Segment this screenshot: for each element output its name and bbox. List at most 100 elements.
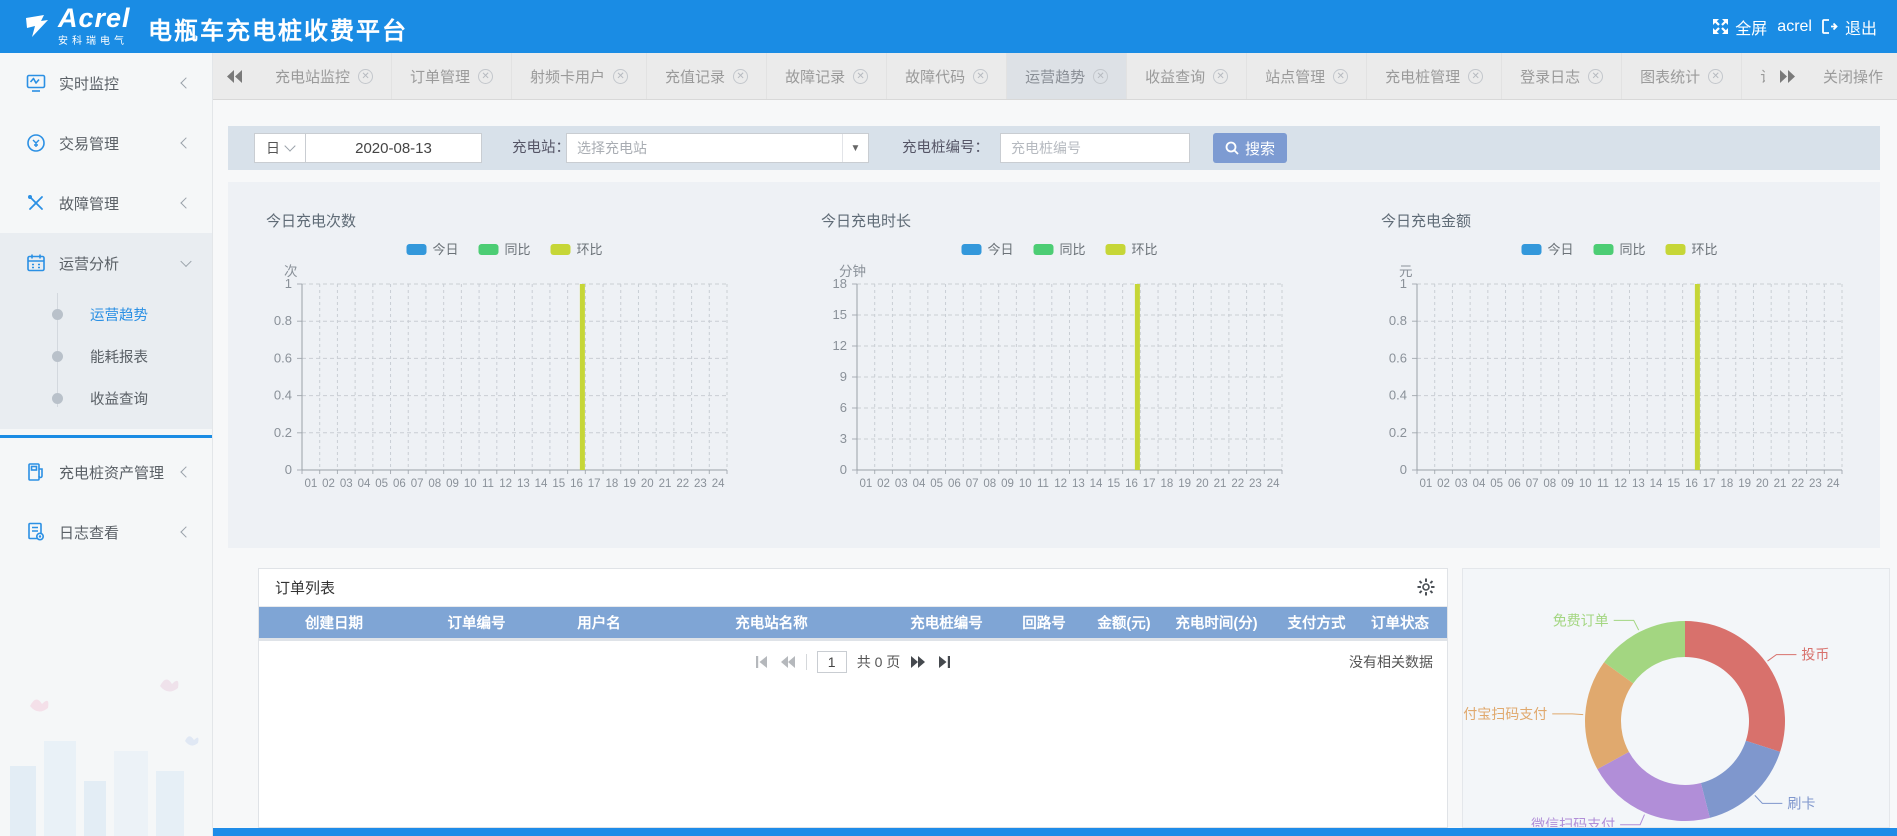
tab-item[interactable]: 充值记录✕ bbox=[647, 53, 767, 99]
prev-page-icon[interactable] bbox=[780, 655, 796, 669]
sidebar-item-log-view[interactable]: 日志查看 bbox=[0, 502, 212, 562]
tab-item[interactable]: 登录日志✕ bbox=[1502, 53, 1622, 99]
svg-text:1: 1 bbox=[285, 276, 292, 291]
sidebar-group-operation-analysis: 运营分析 运营趋势 能耗报表 收益查询 bbox=[0, 233, 212, 429]
sidebar-item-energy-report[interactable]: 能耗报表 bbox=[0, 335, 212, 377]
tab-close-icon[interactable]: ✕ bbox=[973, 69, 988, 84]
first-page-icon[interactable] bbox=[754, 655, 770, 669]
tab-item[interactable]: 射频卡用户✕ bbox=[512, 53, 647, 99]
tab-close-icon[interactable]: ✕ bbox=[733, 69, 748, 84]
column-header: 充电时间(分) bbox=[1164, 612, 1269, 633]
search-button[interactable]: 搜索 bbox=[1213, 133, 1287, 163]
username[interactable]: acrel bbox=[1777, 18, 1812, 36]
pile-number-input[interactable]: 充电桩编号 bbox=[1000, 133, 1190, 163]
svg-text:15: 15 bbox=[552, 478, 565, 490]
tab-item[interactable]: 充电桩管理✕ bbox=[1367, 53, 1502, 99]
svg-text:20: 20 bbox=[1196, 478, 1209, 490]
tab-item[interactable]: 收益查询✕ bbox=[1127, 53, 1247, 99]
chevron-down-icon bbox=[284, 140, 295, 151]
svg-text:10: 10 bbox=[1579, 478, 1592, 490]
svg-text:3: 3 bbox=[840, 431, 847, 446]
svg-text:0.2: 0.2 bbox=[1389, 425, 1407, 440]
svg-text:19: 19 bbox=[1738, 478, 1751, 490]
next-page-icon[interactable] bbox=[910, 655, 926, 669]
tabs-scroll-left-icon[interactable] bbox=[213, 53, 257, 99]
sidebar-item-operation-trend[interactable]: 运营趋势 bbox=[0, 293, 212, 335]
pile-number-label: 充电桩编号： bbox=[902, 133, 989, 163]
bar-chart-svg: 今日同比环比分钟03691215180102030405060708091011… bbox=[795, 236, 1300, 508]
svg-text:18: 18 bbox=[605, 478, 618, 490]
tab-close-icon[interactable]: ✕ bbox=[613, 69, 628, 84]
donut-segment[interactable] bbox=[1685, 621, 1785, 752]
svg-text:16: 16 bbox=[1125, 478, 1138, 490]
tabs-scroll-right-icon[interactable] bbox=[1765, 53, 1809, 99]
svg-text:21: 21 bbox=[1774, 478, 1787, 490]
tab-close-icon[interactable]: ✕ bbox=[1333, 69, 1348, 84]
svg-text:06: 06 bbox=[948, 478, 961, 490]
tab-item[interactable]: 图表统计✕ bbox=[1622, 53, 1742, 99]
sidebar-item-operation-analysis[interactable]: 运营分析 bbox=[0, 233, 212, 293]
orders-table-header: 创建日期订单编号用户名充电站名称充电桩编号回路号金额(元)充电时间(分)支付方式… bbox=[259, 607, 1447, 641]
svg-text:09: 09 bbox=[446, 478, 459, 490]
date-input[interactable]: 2020-08-13 bbox=[306, 133, 482, 163]
tab-item[interactable]: 访问日志✕ bbox=[1742, 53, 1765, 99]
logout-button[interactable]: 退出 bbox=[1822, 15, 1877, 39]
column-header: 订单状态 bbox=[1364, 612, 1447, 633]
donut-segment[interactable] bbox=[1701, 741, 1780, 818]
svg-text:15: 15 bbox=[1667, 478, 1680, 490]
donut-segment[interactable] bbox=[1597, 752, 1709, 821]
sidebar-item-transactions[interactable]: 交易管理 bbox=[0, 113, 212, 173]
payment-pie-panel: 投币刷卡微信扫码支付付宝扫码支付免费订单 bbox=[1462, 568, 1890, 828]
bar-chart-svg: 今日同比环比次00.20.40.60.810102030405060708091… bbox=[240, 236, 745, 508]
tab-close-icon[interactable]: ✕ bbox=[358, 69, 373, 84]
tab-item[interactable]: 订单管理✕ bbox=[392, 53, 512, 99]
bullet-icon bbox=[52, 351, 63, 362]
chevron-left-icon bbox=[180, 526, 191, 537]
search-icon bbox=[1225, 141, 1239, 155]
svg-text:24: 24 bbox=[712, 478, 725, 490]
column-header: 创建日期 bbox=[259, 612, 409, 633]
close-operations-menu[interactable]: 关闭操作 bbox=[1809, 53, 1897, 99]
svg-text:23: 23 bbox=[694, 478, 707, 490]
station-select[interactable]: 选择充电站 ▼ bbox=[566, 133, 869, 163]
donut-segment[interactable] bbox=[1585, 662, 1633, 769]
svg-text:17: 17 bbox=[1703, 478, 1716, 490]
svg-text:08: 08 bbox=[1543, 478, 1556, 490]
tab-item[interactable]: 运营趋势✕ bbox=[1007, 53, 1127, 99]
tab-item[interactable]: 充电站监控✕ bbox=[257, 53, 392, 99]
fullscreen-button[interactable]: 全屏 bbox=[1712, 15, 1767, 39]
sidebar-item-fault-management[interactable]: 故障管理 bbox=[0, 173, 212, 233]
gear-icon[interactable] bbox=[1417, 578, 1435, 601]
svg-text:06: 06 bbox=[1508, 478, 1521, 490]
svg-text:10: 10 bbox=[1019, 478, 1032, 490]
tab-item[interactable]: 故障代码✕ bbox=[887, 53, 1007, 99]
last-page-icon[interactable] bbox=[936, 655, 952, 669]
tab-close-icon[interactable]: ✕ bbox=[1588, 69, 1603, 84]
svg-text:07: 07 bbox=[966, 478, 979, 490]
tab-close-icon[interactable]: ✕ bbox=[478, 69, 493, 84]
svg-text:12: 12 bbox=[1054, 478, 1067, 490]
donut-label: 投币 bbox=[1801, 647, 1829, 663]
tab-close-icon[interactable]: ✕ bbox=[1213, 69, 1228, 84]
chart-title: 今日充电金额 bbox=[1381, 210, 1471, 231]
tab-item[interactable]: 故障记录✕ bbox=[767, 53, 887, 99]
svg-text:18: 18 bbox=[1160, 478, 1173, 490]
tab-close-icon[interactable]: ✕ bbox=[853, 69, 868, 84]
svg-text:0.8: 0.8 bbox=[274, 313, 292, 328]
svg-text:21: 21 bbox=[659, 478, 672, 490]
column-header: 充电站名称 bbox=[654, 612, 889, 633]
logout-label: 退出 bbox=[1845, 15, 1877, 39]
svg-text:20: 20 bbox=[1756, 478, 1769, 490]
chart-charge-amount: 今日充电金额 今日同比环比元00.20.40.60.81010203040506… bbox=[1355, 196, 1860, 526]
period-select[interactable]: 日 bbox=[254, 133, 306, 163]
svg-text:03: 03 bbox=[1455, 478, 1468, 490]
tab-close-icon[interactable]: ✕ bbox=[1093, 69, 1108, 84]
page-number-input[interactable]: 1 bbox=[817, 651, 847, 673]
tab-item[interactable]: 站点管理✕ bbox=[1247, 53, 1367, 99]
tab-close-icon[interactable]: ✕ bbox=[1708, 69, 1723, 84]
sidebar-item-realtime-monitor[interactable]: 实时监控 bbox=[0, 53, 212, 113]
svg-text:同比: 同比 bbox=[1620, 242, 1646, 257]
sidebar-item-revenue-query[interactable]: 收益查询 bbox=[0, 377, 212, 419]
tab-close-icon[interactable]: ✕ bbox=[1468, 69, 1483, 84]
sidebar-item-pile-assets[interactable]: 充电桩资产管理 bbox=[0, 442, 212, 502]
